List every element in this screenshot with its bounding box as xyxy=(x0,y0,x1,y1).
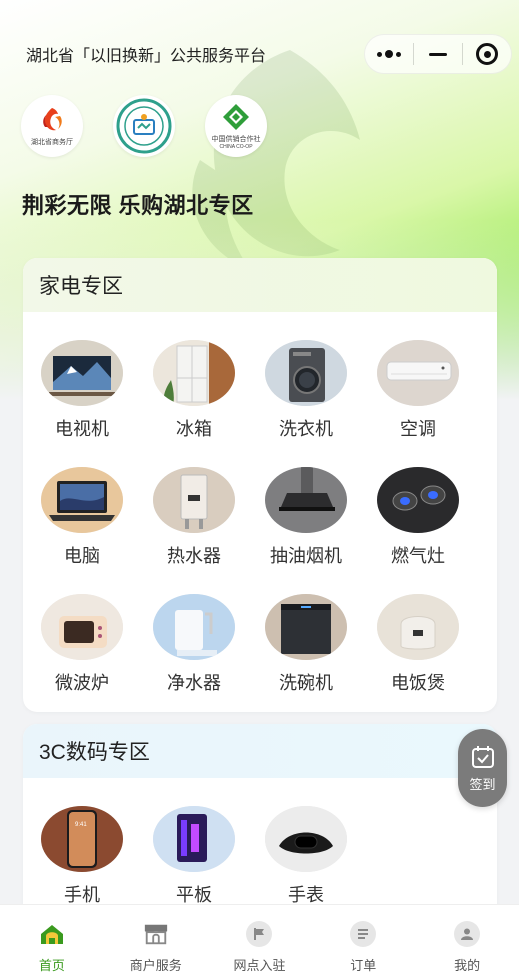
category-washer[interactable]: 洗衣机 xyxy=(250,340,362,450)
dishwasher-image xyxy=(265,594,347,660)
category-label: 燃气灶 xyxy=(391,546,445,566)
category-label: 微波炉 xyxy=(55,673,109,693)
order-list-icon xyxy=(350,921,377,947)
category-label: 电饭煲 xyxy=(391,673,445,693)
aircon-image xyxy=(377,340,459,406)
category-label: 抽油烟机 xyxy=(270,546,342,566)
home-appliance-section: 家电专区 电视机 冰箱 洗衣机 空调 电脑 热水器 抽油烟机 燃气灶 微波炉 净… xyxy=(23,258,497,712)
watermark-decoration xyxy=(192,50,360,270)
category-aircon[interactable]: 空调 xyxy=(362,340,474,450)
gas-stove-image xyxy=(377,467,459,533)
home-icon xyxy=(39,921,65,947)
water-purifier-image xyxy=(153,594,235,660)
fridge-image xyxy=(153,340,235,406)
flag-icon xyxy=(246,921,273,947)
category-label: 空调 xyxy=(400,419,436,439)
minimize-button[interactable] xyxy=(414,35,462,73)
watch-image xyxy=(265,806,347,872)
partner-logos: 湖北省商务厅 中国供销合作社 CHINA CO-OP xyxy=(21,95,267,157)
store-icon xyxy=(143,921,169,947)
slogan-heading: 荆彩无限 乐购湖北专区 xyxy=(22,193,254,218)
close-button[interactable] xyxy=(463,35,511,73)
bottom-tab-bar: 首页 商户服务 网点入驻 订单 我的 xyxy=(0,904,519,978)
category-label: 冰箱 xyxy=(176,419,212,439)
user-icon xyxy=(454,921,481,947)
category-tv[interactable]: 电视机 xyxy=(26,340,138,450)
category-label: 洗衣机 xyxy=(279,419,333,439)
digital-3c-section: 3C数码专区 9:41 手机 平板 手表 xyxy=(23,724,497,924)
more-dots-icon xyxy=(377,50,401,58)
hubei-commerce-logo: 湖北省商务厅 xyxy=(21,95,83,157)
rice-cooker-image xyxy=(377,594,459,660)
phone-image: 9:41 xyxy=(41,806,123,872)
more-button[interactable] xyxy=(365,35,413,73)
minimize-icon xyxy=(429,52,447,56)
sign-in-label: 签到 xyxy=(469,776,496,792)
calendar-check-icon xyxy=(471,745,494,768)
washer-image xyxy=(265,340,347,406)
range-hood-image xyxy=(265,467,347,533)
category-fridge[interactable]: 冰箱 xyxy=(138,340,250,450)
page-title: 湖北省「以旧换新」公共服务平台 xyxy=(26,48,267,65)
category-range-hood[interactable]: 抽油烟机 xyxy=(250,467,362,577)
section-title: 家电专区 xyxy=(23,258,497,312)
tablet-image xyxy=(153,806,235,872)
microwave-image xyxy=(41,594,123,660)
section-title: 3C数码专区 xyxy=(23,724,497,778)
svg-text:9:41: 9:41 xyxy=(75,822,87,828)
category-laptop[interactable]: 电脑 xyxy=(26,467,138,577)
tab-merchant-service[interactable]: 商户服务 xyxy=(104,905,208,978)
category-label: 电脑 xyxy=(64,546,100,566)
category-water-purifier[interactable]: 净水器 xyxy=(138,594,250,704)
tab-orders[interactable]: 订单 xyxy=(311,905,415,978)
trade-in-logo xyxy=(113,95,175,157)
tv-image xyxy=(41,340,123,406)
category-tablet[interactable]: 平板 xyxy=(138,806,250,916)
tab-home[interactable]: 首页 xyxy=(0,905,104,978)
category-phone[interactable]: 9:41 手机 xyxy=(26,806,138,916)
mini-program-capsule xyxy=(364,34,512,74)
category-label: 热水器 xyxy=(167,546,221,566)
category-gas-stove[interactable]: 燃气灶 xyxy=(362,467,474,577)
category-label: 电视机 xyxy=(55,419,109,439)
category-label: 净水器 xyxy=(167,673,221,693)
category-rice-cooker[interactable]: 电饭煲 xyxy=(362,594,474,704)
target-close-icon xyxy=(476,43,498,65)
category-dishwasher[interactable]: 洗碗机 xyxy=(250,594,362,704)
category-microwave[interactable]: 微波炉 xyxy=(26,594,138,704)
category-water-heater[interactable]: 热水器 xyxy=(138,467,250,577)
water-heater-image xyxy=(153,467,235,533)
tab-outlet-join[interactable]: 网点入驻 xyxy=(208,905,312,978)
tab-mine[interactable]: 我的 xyxy=(415,905,519,978)
category-watch[interactable]: 手表 xyxy=(250,806,362,916)
category-label: 洗碗机 xyxy=(279,673,333,693)
china-coop-logo: 中国供销合作社 CHINA CO-OP xyxy=(205,95,267,157)
laptop-image xyxy=(41,467,123,533)
sign-in-button[interactable]: 签到 xyxy=(458,729,507,807)
